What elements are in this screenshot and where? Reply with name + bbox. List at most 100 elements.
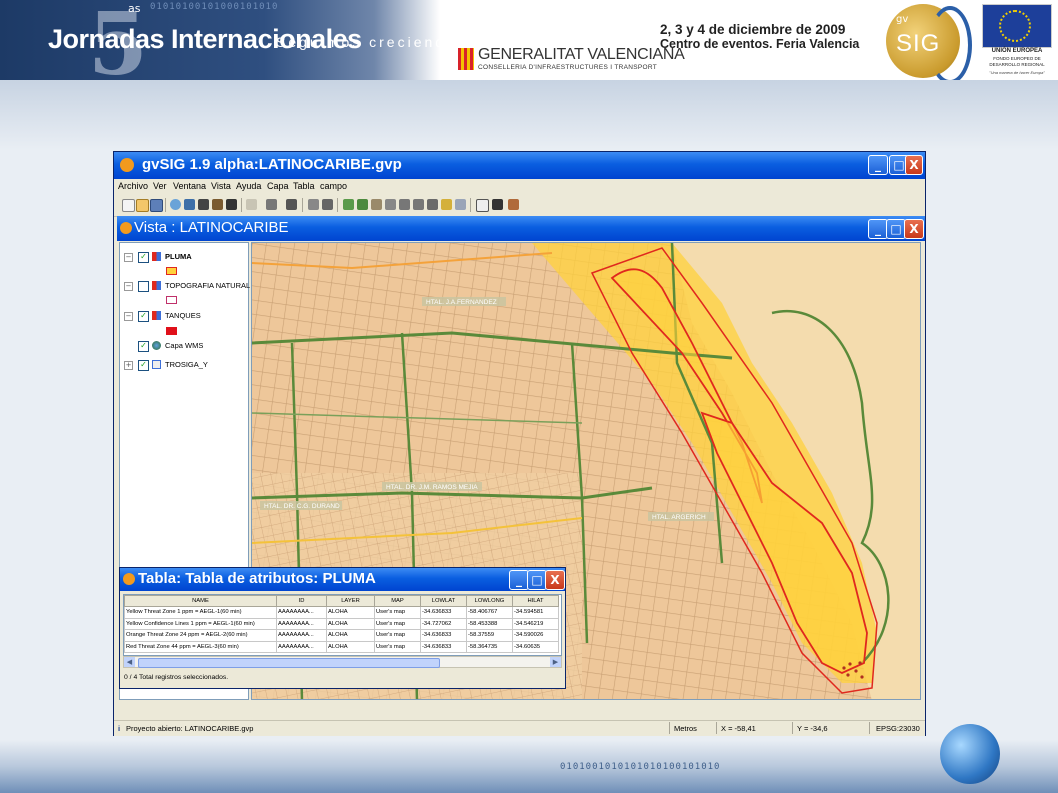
menu-vista[interactable]: Vista [211,181,231,191]
layer-visibility-checkbox[interactable]: ✓ [138,341,149,352]
zoom-in-icon[interactable] [184,199,195,210]
table-cell[interactable]: User's map [374,640,421,653]
layer-properties-icon[interactable] [308,199,319,210]
table-cell[interactable]: -34.594581 [512,606,559,619]
toc-layer-trosiga[interactable]: + ✓ TROSIGA_Y [120,359,248,373]
table-cell[interactable]: -58.453388 [466,617,513,630]
table-cell[interactable]: AAAAAAAA... [276,617,327,630]
column-header-layer[interactable]: LAYER [326,595,375,607]
table-row[interactable]: Orange Threat Zone 24 ppm = AEGL-2(60 mi… [124,629,559,642]
view-minimize-button[interactable]: _ [868,219,888,239]
geoprocess-icon[interactable] [343,199,354,210]
table-cell[interactable]: ALOHA [326,617,375,630]
table-maximize-button[interactable]: □ [527,570,547,590]
table-cell[interactable]: -34.636833 [420,629,467,642]
back-icon[interactable] [246,199,257,210]
table-close-button[interactable]: X [545,570,565,590]
tools-icon[interactable] [492,199,503,210]
table-cell[interactable]: -34.60635 [512,640,559,653]
table-row[interactable]: Yellow Threat Zone 1 ppm = AEGL-1(60 min… [124,606,559,619]
view-titlebar[interactable]: Vista : LATINOCARIBE _ □ X [117,216,925,241]
toc-layer-wms[interactable]: ✓ Capa WMS [120,340,248,354]
table-cell[interactable]: -34.636833 [420,606,467,619]
table-cell[interactable]: AAAAAAAA... [276,606,327,619]
app-minimize-button[interactable]: _ [868,155,888,175]
menu-tabla[interactable]: Tabla [293,181,315,191]
export-icon[interactable] [508,199,519,210]
new-file-icon[interactable] [122,199,135,212]
arrow-right-icon[interactable] [322,199,333,210]
table-cell[interactable]: -34.636833 [420,640,467,653]
select-icon[interactable] [226,199,237,210]
column-header-lowlong[interactable]: LOWLONG [466,595,513,607]
toc-layer-tanques[interactable]: − ✓ TANQUES [120,310,248,324]
table-cell[interactable]: Yellow Confidence Lines 1 ppm = AEGL-1(6… [124,617,277,630]
print-icon[interactable] [286,199,297,210]
save-icon[interactable] [150,199,163,212]
table-cell[interactable]: -58.406767 [466,606,513,619]
table-cell[interactable]: User's map [374,629,421,642]
app-close-button[interactable]: X [905,155,923,175]
scroll-right-icon[interactable]: ▶ [550,657,561,667]
menu-capa[interactable]: Capa [267,181,289,191]
column-header-hilat[interactable]: HILAT [512,595,559,607]
column-header-id[interactable]: ID [276,595,327,607]
table-cell[interactable]: -58.37559 [466,629,513,642]
sort-icon[interactable] [385,199,396,210]
view-maximize-button[interactable]: □ [886,219,906,239]
table-cell[interactable]: ALOHA [326,629,375,642]
expand-icon[interactable]: − [124,282,133,291]
table-cell[interactable]: AAAAAAAA... [276,640,327,653]
filter-icon[interactable] [441,199,452,210]
app-titlebar[interactable]: gvSIG 1.9 alpha:LATINOCARIBE.gvp _ □ X [114,152,925,179]
table-row[interactable]: Red Threat Zone 44 ppm = AEGL-3(60 min) … [124,640,559,653]
menu-ventana[interactable]: Ventana [173,181,206,191]
layer-visibility-checkbox[interactable]: ✓ [138,252,149,263]
menu-campo[interactable]: campo [320,181,347,191]
table-cell[interactable]: ALOHA [326,606,375,619]
scrollbar-thumb[interactable] [138,658,440,668]
table-cell[interactable]: User's map [374,606,421,619]
layer-visibility-checkbox[interactable]: ✓ [138,311,149,322]
toc-layer-topografia[interactable]: − TOPOGRAFIA NATURAL [120,280,250,294]
table-cell[interactable]: Red Threat Zone 44 ppm = AEGL-3(60 min) [124,640,277,653]
info-icon[interactable] [476,199,489,212]
menu-archivo[interactable]: Archivo [118,181,148,191]
column-header-map[interactable]: MAP [374,595,421,607]
table-cell[interactable]: -34.590026 [512,629,559,642]
join-icon[interactable] [427,199,438,210]
attribute-table-titlebar[interactable]: Tabla: Tabla de atributos: PLUMA _ □ X [120,568,565,591]
table-cell[interactable]: ALOHA [326,640,375,653]
table-minimize-button[interactable]: _ [509,570,529,590]
layer-visibility-checkbox[interactable]: ✓ [138,360,149,371]
menu-ayuda[interactable]: Ayuda [236,181,261,191]
layer-visibility-checkbox[interactable] [138,281,149,292]
refresh-icon[interactable] [455,199,466,210]
toc-layer-pluma[interactable]: − ✓ PLUMA [120,251,248,265]
table-row[interactable]: Yellow Confidence Lines 1 ppm = AEGL-1(6… [124,617,559,630]
expand-icon[interactable]: + [124,361,133,370]
open-file-icon[interactable] [136,199,149,212]
measure-icon[interactable] [371,199,382,210]
expand-icon[interactable]: − [124,312,133,321]
scroll-left-icon[interactable]: ◀ [124,657,135,667]
table-cell[interactable]: -34.546219 [512,617,559,630]
add-layer-icon[interactable] [170,199,181,210]
filter-table-icon[interactable] [399,199,410,210]
column-header-lowlat[interactable]: LOWLAT [420,595,467,607]
table-cell[interactable]: AAAAAAAA... [276,629,327,642]
table-cell[interactable]: User's map [374,617,421,630]
table-cell[interactable]: -58.364735 [466,640,513,653]
view-close-button[interactable]: X [904,219,924,239]
table-horizontal-scrollbar[interactable]: ◀ ▶ [123,656,562,668]
table-cell[interactable]: Orange Threat Zone 24 ppm = AEGL-2(60 mi… [124,629,277,642]
menu-ver[interactable]: Ver [153,181,167,191]
statistics-icon[interactable] [413,199,424,210]
column-header-name[interactable]: NAME [124,595,277,607]
layout-icon[interactable] [266,199,277,210]
table-cell[interactable]: -34.727062 [420,617,467,630]
table-icon[interactable] [198,199,209,210]
table-cell[interactable]: Yellow Threat Zone 1 ppm = AEGL-1(60 min… [124,606,277,619]
overlay-icon[interactable] [357,199,368,210]
expand-icon[interactable]: − [124,253,133,262]
